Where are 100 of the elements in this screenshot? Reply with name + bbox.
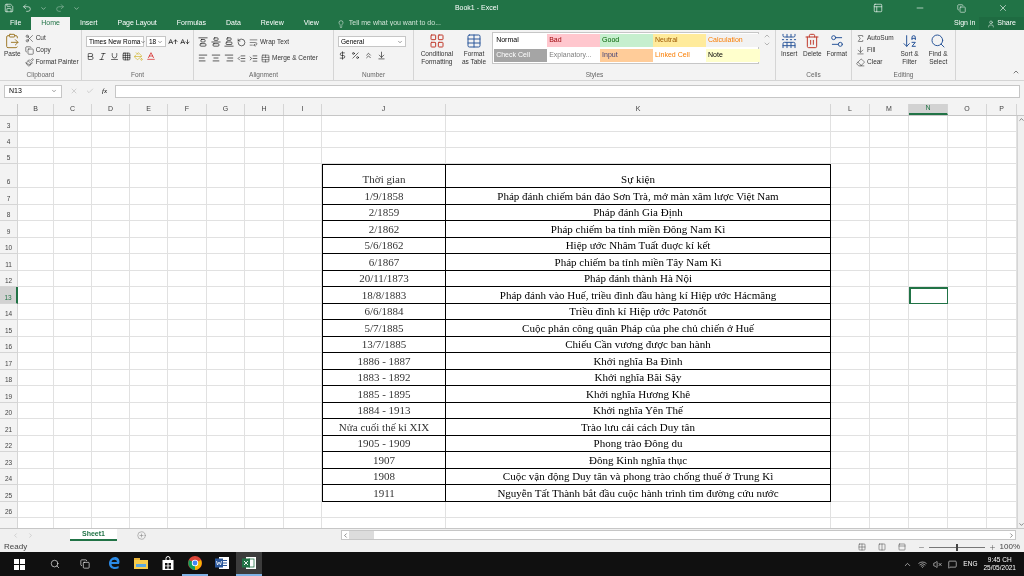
grid-cell[interactable] [130, 254, 168, 271]
grid-cell[interactable] [18, 237, 54, 254]
collapse-ribbon-icon[interactable] [1012, 68, 1020, 76]
grid-cell[interactable] [207, 402, 245, 419]
grid-cell[interactable] [284, 116, 322, 132]
grid-cell[interactable] [909, 369, 948, 386]
grid-cell[interactable] [245, 353, 284, 370]
grid-cell[interactable] [130, 369, 168, 386]
caret-icon[interactable] [73, 4, 80, 12]
grid-cell[interactable] [870, 336, 909, 353]
grid-cell[interactable] [909, 303, 948, 320]
grid-cell[interactable] [284, 270, 322, 287]
grid-cell[interactable] [948, 270, 987, 287]
grid-cell[interactable] [18, 132, 54, 148]
grid-cell[interactable] [92, 452, 130, 469]
grid-cell[interactable] [245, 148, 284, 164]
page-break-view-icon[interactable] [897, 543, 906, 551]
grid-cell[interactable] [245, 287, 284, 304]
grid-cell[interactable] [909, 386, 948, 403]
grid-cell[interactable] [284, 435, 322, 452]
caret-icon[interactable] [40, 4, 47, 12]
grid-cell[interactable] [207, 468, 245, 485]
grid-cell[interactable] [92, 254, 130, 271]
grid-cell[interactable] [446, 501, 831, 518]
grid-cell[interactable] [130, 353, 168, 370]
grid-cell[interactable] [909, 452, 948, 469]
grid-cell[interactable] [207, 485, 245, 502]
grid-cell[interactable] [284, 221, 322, 238]
grid-cell[interactable] [245, 419, 284, 436]
grid-cell[interactable] [18, 485, 54, 502]
grid-cell[interactable] [831, 485, 870, 502]
grid-cell[interactable] [18, 320, 54, 337]
grid-cell[interactable] [909, 164, 948, 188]
align-top-icon[interactable] [198, 37, 208, 47]
grid-cell[interactable] [245, 402, 284, 419]
grid-cell[interactable] [284, 501, 322, 518]
grid-cell[interactable] [18, 303, 54, 320]
grid-cell[interactable] [948, 452, 987, 469]
grid-cell[interactable] [130, 452, 168, 469]
grid-cell[interactable] [284, 485, 322, 502]
grid-cell[interactable] [948, 369, 987, 386]
grid-cell[interactable] [831, 369, 870, 386]
grid-cell[interactable] [168, 320, 207, 337]
grid-cell[interactable] [870, 435, 909, 452]
grid-cell[interactable] [168, 148, 207, 164]
grid-cell[interactable] [18, 435, 54, 452]
grid-cell[interactable] [870, 148, 909, 164]
grid-cell[interactable] [948, 419, 987, 436]
grid-cell[interactable] [130, 386, 168, 403]
grid-cell[interactable] [831, 336, 870, 353]
grid-cell[interactable] [130, 336, 168, 353]
grid-cell[interactable] [948, 237, 987, 254]
grid-cell[interactable] [18, 221, 54, 238]
grid-cell[interactable] [909, 485, 948, 502]
grid-cell[interactable] [870, 204, 909, 221]
grid-cell[interactable] [54, 501, 92, 518]
grid-cell[interactable] [284, 386, 322, 403]
grid-cell[interactable] [245, 254, 284, 271]
grid-cell[interactable] [909, 132, 948, 148]
grid-cell[interactable] [207, 452, 245, 469]
selected-cell[interactable] [909, 287, 948, 304]
wifi-icon[interactable] [918, 559, 928, 569]
grid-cell[interactable] [168, 188, 207, 205]
grid-cell[interactable] [870, 303, 909, 320]
grid-cell[interactable] [92, 287, 130, 304]
grid-cell[interactable] [54, 204, 92, 221]
grid-cell[interactable] [831, 188, 870, 205]
grid-cell[interactable] [130, 148, 168, 164]
grid-cell[interactable] [245, 369, 284, 386]
grid-cell[interactable] [168, 116, 207, 132]
next-sheet-icon[interactable] [27, 531, 34, 539]
grid-cell[interactable] [948, 386, 987, 403]
grid-cell[interactable] [168, 204, 207, 221]
grid-cell[interactable] [92, 132, 130, 148]
grid-cell[interactable] [831, 402, 870, 419]
grid-cell[interactable] [130, 435, 168, 452]
grid-cell[interactable] [870, 320, 909, 337]
grid-cell[interactable] [909, 468, 948, 485]
grid-cell[interactable] [284, 287, 322, 304]
grid-cell[interactable] [18, 452, 54, 469]
horizontal-scrollbar[interactable] [340, 530, 1016, 540]
grid-cell[interactable] [54, 336, 92, 353]
notification-icon[interactable] [948, 559, 958, 569]
grid-cell[interactable] [18, 164, 54, 188]
enter-icon[interactable] [86, 87, 94, 95]
increase-decimal-icon[interactable] [364, 51, 373, 60]
orientation-icon[interactable] [237, 37, 246, 47]
grid-cell[interactable] [831, 204, 870, 221]
grid-cell[interactable] [54, 270, 92, 287]
grid-cell[interactable] [130, 204, 168, 221]
grid-cell[interactable] [870, 419, 909, 436]
grid-cell[interactable] [168, 452, 207, 469]
grid-cell[interactable] [831, 164, 870, 188]
grid-cell[interactable] [18, 501, 54, 518]
grid-cell[interactable] [168, 435, 207, 452]
grid-cell[interactable] [245, 188, 284, 205]
grid-cell[interactable] [948, 320, 987, 337]
grow-font-icon[interactable] [168, 36, 178, 47]
grid-cell[interactable] [909, 419, 948, 436]
grid-cell[interactable] [92, 148, 130, 164]
